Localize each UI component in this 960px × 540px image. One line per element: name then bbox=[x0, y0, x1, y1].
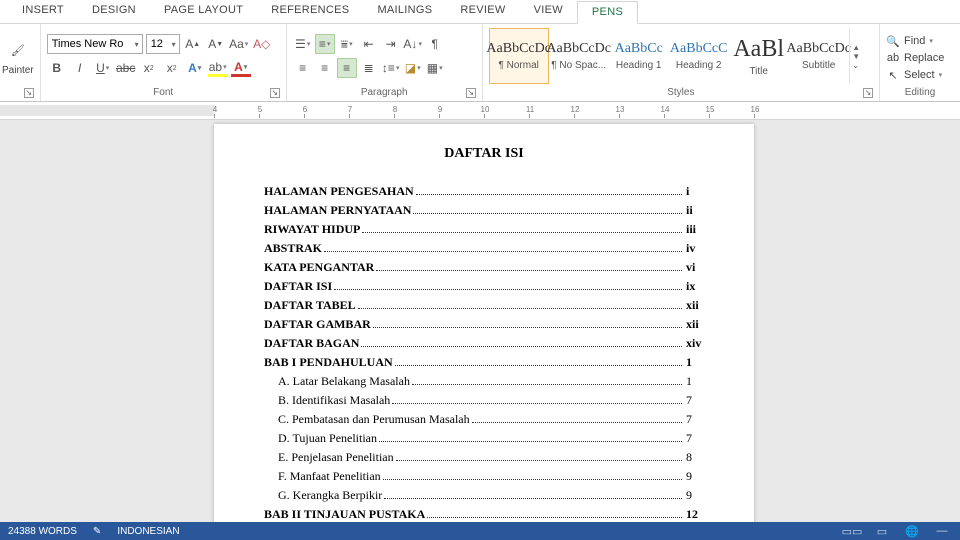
bullets-button[interactable]: ☰ bbox=[293, 34, 313, 54]
toc-entry: KATA PENGANTARvi bbox=[264, 260, 704, 275]
tab-design[interactable]: DESIGN bbox=[78, 0, 150, 23]
ribbon-tabstrip: INSERTDESIGNPAGE LAYOUTREFERENCESMAILING… bbox=[0, 0, 960, 24]
font-family-combo[interactable]: Times New Ro bbox=[47, 34, 143, 54]
toc-entry: BAB II TINJAUAN PUSTAKA12 bbox=[264, 507, 704, 522]
tab-insert[interactable]: INSERT bbox=[8, 0, 78, 23]
style-tile-title[interactable]: AaBlTitle bbox=[729, 28, 789, 84]
tab-mailings[interactable]: MAILINGS bbox=[363, 0, 446, 23]
toc-entry: B. Identifikasi Masalah7 bbox=[264, 393, 704, 408]
paragraph-launcher[interactable]: ↘ bbox=[466, 88, 476, 98]
format-painter-icon[interactable]: 🖌 bbox=[7, 36, 29, 64]
ribbon: 🖌 Painter ↘ Times New Ro 12 A▲ A▼ Aa A◇ … bbox=[0, 24, 960, 102]
clipboard-launcher[interactable]: ↘ bbox=[24, 88, 34, 98]
toc-entry: G. Kerangka Berpikir9 bbox=[264, 488, 704, 503]
toc-entry: DAFTAR GAMBARxii bbox=[264, 317, 704, 332]
font-group-label: Font bbox=[153, 87, 173, 98]
group-clipboard: 🖌 Painter ↘ bbox=[0, 24, 41, 101]
align-right-button[interactable]: ≡ bbox=[337, 58, 357, 78]
numbering-button[interactable]: ≡ bbox=[315, 34, 335, 54]
print-layout-button[interactable]: ▭ bbox=[872, 524, 892, 538]
language-status[interactable]: INDONESIAN bbox=[117, 526, 179, 537]
style-tile-heading-2[interactable]: AaBbCcCHeading 2 bbox=[669, 28, 729, 84]
styles-more-button[interactable]: ▲▼⌄ bbox=[849, 28, 863, 84]
sort-button[interactable]: A↓ bbox=[403, 34, 423, 54]
style-tile-subtitle[interactable]: AaBbCcDcSubtitle bbox=[789, 28, 849, 84]
text-effects-button[interactable]: A bbox=[185, 58, 205, 78]
horizontal-ruler[interactable]: 45678910111213141516 bbox=[0, 102, 960, 120]
replace-button[interactable]: abReplace bbox=[886, 51, 944, 65]
change-case-button[interactable]: Aa bbox=[229, 34, 249, 54]
increase-indent-button[interactable]: ⇥ bbox=[381, 34, 401, 54]
highlight-button[interactable]: ab bbox=[208, 60, 228, 77]
table-of-contents: HALAMAN PENGESAHANi HALAMAN PERNYATAANii R… bbox=[264, 184, 704, 522]
toc-entry: C. Pembatasan dan Perumusan Masalah7 bbox=[264, 412, 704, 427]
tab-review[interactable]: REVIEW bbox=[446, 0, 519, 23]
decrease-indent-button[interactable]: ⇤ bbox=[359, 34, 379, 54]
style-tile--no-spac-[interactable]: AaBbCcDc¶ No Spac... bbox=[549, 28, 609, 84]
toc-entry: F. Manfaat Penelitian9 bbox=[264, 469, 704, 484]
styles-launcher[interactable]: ↘ bbox=[863, 88, 873, 98]
shading-button[interactable]: ◪ bbox=[403, 58, 423, 78]
replace-icon: ab bbox=[886, 51, 900, 65]
toc-entry: RIWAYAT HIDUPiii bbox=[264, 222, 704, 237]
toc-entry: HALAMAN PERNYATAANii bbox=[264, 203, 704, 218]
toc-entry: A. Latar Belakang Masalah1 bbox=[264, 374, 704, 389]
toc-entry: D. Tujuan Penelitian7 bbox=[264, 431, 704, 446]
tab-view[interactable]: VIEW bbox=[520, 0, 577, 23]
toc-entry: E. Penjelasan Penelitian8 bbox=[264, 450, 704, 465]
styles-group-label: Styles bbox=[667, 87, 694, 98]
tab-pens[interactable]: PENS bbox=[577, 1, 638, 24]
shrink-font-button[interactable]: A▼ bbox=[206, 34, 226, 54]
web-layout-button[interactable]: 🌐 bbox=[902, 524, 922, 538]
underline-button[interactable]: U bbox=[93, 58, 113, 78]
read-mode-button[interactable]: ▭▭ bbox=[842, 524, 862, 538]
font-launcher[interactable]: ↘ bbox=[270, 88, 280, 98]
borders-button[interactable]: ▦ bbox=[425, 58, 445, 78]
tab-page-layout[interactable]: PAGE LAYOUT bbox=[150, 0, 257, 23]
toc-entry: ABSTRAKiv bbox=[264, 241, 704, 256]
style-tile-heading-1[interactable]: AaBbCcHeading 1 bbox=[609, 28, 669, 84]
font-color-button[interactable]: A bbox=[231, 60, 251, 77]
line-spacing-button[interactable]: ↕≡ bbox=[381, 58, 401, 78]
group-styles: AaBbCcDc¶ NormalAaBbCcDc¶ No Spac...AaBb… bbox=[483, 24, 880, 101]
tab-references[interactable]: REFERENCES bbox=[257, 0, 363, 23]
document-title: DAFTAR ISI bbox=[264, 146, 704, 162]
zoom-out-button[interactable]: — bbox=[932, 524, 952, 538]
select-button[interactable]: ↖Select ▾ bbox=[886, 68, 944, 82]
toc-entry: DAFTAR TABELxii bbox=[264, 298, 704, 313]
justify-button[interactable]: ≣ bbox=[359, 58, 379, 78]
strikethrough-button[interactable]: abc bbox=[116, 58, 136, 78]
document-area[interactable]: DAFTAR ISI HALAMAN PENGESAHANiHALAMAN PE… bbox=[0, 120, 960, 522]
group-editing: 🔍Find ▾ abReplace ↖Select ▾ Editing bbox=[880, 24, 960, 101]
toc-entry: BAB I PENDAHULUAN1 bbox=[264, 355, 704, 370]
toc-entry: HALAMAN PENGESAHANi bbox=[264, 184, 704, 199]
paragraph-group-label: Paragraph bbox=[361, 87, 408, 98]
format-painter-label: Painter bbox=[2, 65, 34, 76]
superscript-button[interactable]: x2 bbox=[162, 58, 182, 78]
group-paragraph: ☰ ≡ ⩸ ⇤ ⇥ A↓ ¶ ≡ ≡ ≡ ≣ ↕≡ ◪ ▦ bbox=[287, 24, 483, 101]
page: DAFTAR ISI HALAMAN PENGESAHANiHALAMAN PE… bbox=[214, 124, 754, 522]
status-bar: 24388 WORDS ✎ INDONESIAN ▭▭ ▭ 🌐 — bbox=[0, 522, 960, 540]
align-left-button[interactable]: ≡ bbox=[293, 58, 313, 78]
word-count[interactable]: 24388 WORDS bbox=[8, 526, 77, 537]
editing-group-label: Editing bbox=[905, 87, 936, 98]
group-font: Times New Ro 12 A▲ A▼ Aa A◇ B I U abc x2… bbox=[41, 24, 287, 101]
bold-button[interactable]: B bbox=[47, 58, 67, 78]
select-icon: ↖ bbox=[886, 68, 900, 82]
grow-font-button[interactable]: A▲ bbox=[183, 34, 203, 54]
subscript-button[interactable]: x2 bbox=[139, 58, 159, 78]
find-button[interactable]: 🔍Find ▾ bbox=[886, 34, 944, 48]
clear-formatting-button[interactable]: A◇ bbox=[252, 34, 272, 54]
font-size-combo[interactable]: 12 bbox=[146, 34, 180, 54]
show-marks-button[interactable]: ¶ bbox=[425, 34, 445, 54]
toc-entry: DAFTAR ISIix bbox=[264, 279, 704, 294]
style-tile--normal[interactable]: AaBbCcDc¶ Normal bbox=[489, 28, 549, 84]
toc-entry: DAFTAR BAGANxiv bbox=[264, 336, 704, 351]
italic-button[interactable]: I bbox=[70, 58, 90, 78]
align-center-button[interactable]: ≡ bbox=[315, 58, 335, 78]
multilevel-list-button[interactable]: ⩸ bbox=[337, 34, 357, 54]
proofing-icon[interactable]: ✎ bbox=[93, 526, 101, 537]
find-icon: 🔍 bbox=[886, 34, 900, 48]
